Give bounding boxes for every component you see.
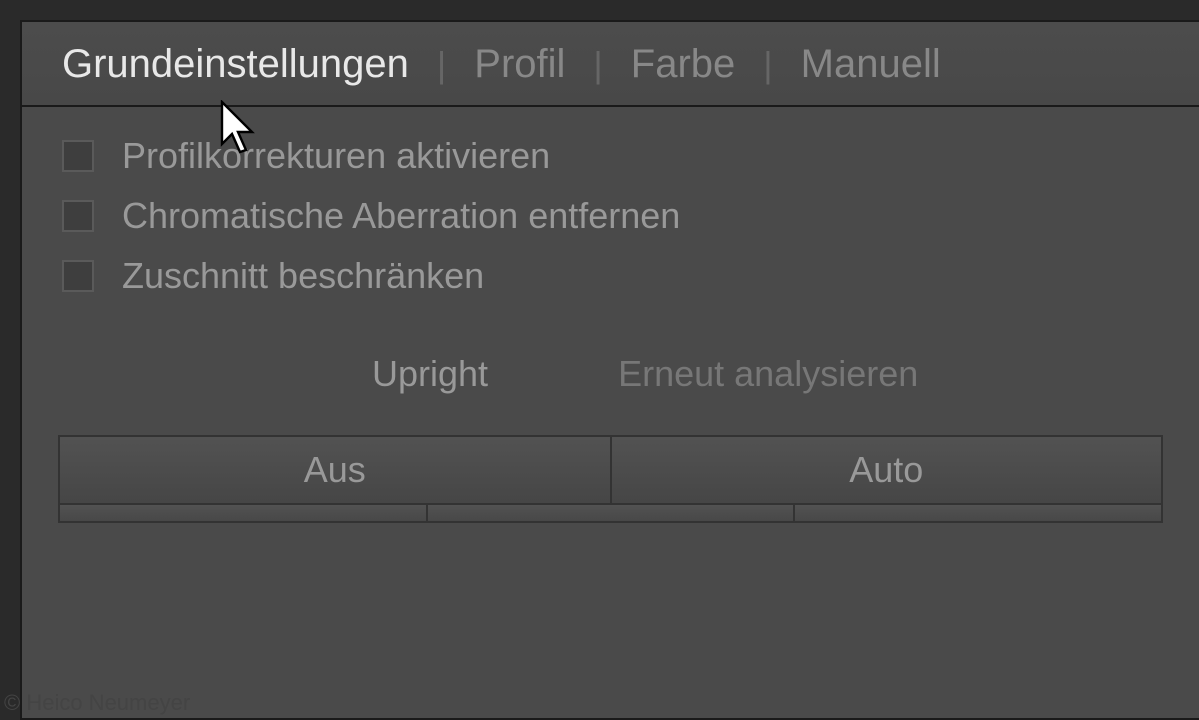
tab-divider: | (437, 44, 446, 86)
checkbox-constrain-crop[interactable] (62, 260, 94, 292)
mode-button-partial[interactable] (795, 505, 1161, 521)
mode-button-auto[interactable]: Auto (612, 437, 1162, 503)
tab-profil[interactable]: Profil (474, 42, 565, 87)
checkbox-chromatic-aberration[interactable] (62, 200, 94, 232)
checkbox-label[interactable]: Zuschnitt beschränken (122, 255, 484, 297)
mode-button-partial[interactable] (428, 505, 796, 521)
tab-divider: | (763, 44, 772, 86)
mode-button-aus[interactable]: Aus (60, 437, 612, 503)
upright-section: Upright Erneut analysieren (22, 333, 1199, 405)
lens-corrections-panel: Grundeinstellungen | Profil | Farbe | Ma… (20, 20, 1199, 720)
tab-bar: Grundeinstellungen | Profil | Farbe | Ma… (22, 22, 1199, 107)
button-row-partial (58, 505, 1163, 523)
tab-grundeinstellungen[interactable]: Grundeinstellungen (62, 42, 409, 87)
checkbox-row-chromatic-aberration: Chromatische Aberration entfernen (62, 195, 1159, 237)
checkbox-row-constrain-crop: Zuschnitt beschränken (62, 255, 1159, 297)
copyright-text: © Heico Neumeyer (4, 690, 190, 716)
reanalyze-button[interactable]: Erneut analysieren (618, 353, 918, 395)
checkbox-row-profile-corrections: Profilkorrekturen aktivieren (62, 135, 1159, 177)
checkbox-label[interactable]: Profilkorrekturen aktivieren (122, 135, 550, 177)
mode-button-partial[interactable] (60, 505, 428, 521)
checkbox-profile-corrections[interactable] (62, 140, 94, 172)
checkbox-group: Profilkorrekturen aktivieren Chromatisch… (22, 107, 1199, 333)
tab-divider: | (593, 44, 602, 86)
tab-farbe[interactable]: Farbe (631, 42, 736, 87)
tab-manuell[interactable]: Manuell (801, 42, 941, 87)
upright-mode-buttons: Aus Auto (58, 435, 1163, 505)
checkbox-label[interactable]: Chromatische Aberration entfernen (122, 195, 680, 237)
upright-label: Upright (372, 353, 488, 395)
